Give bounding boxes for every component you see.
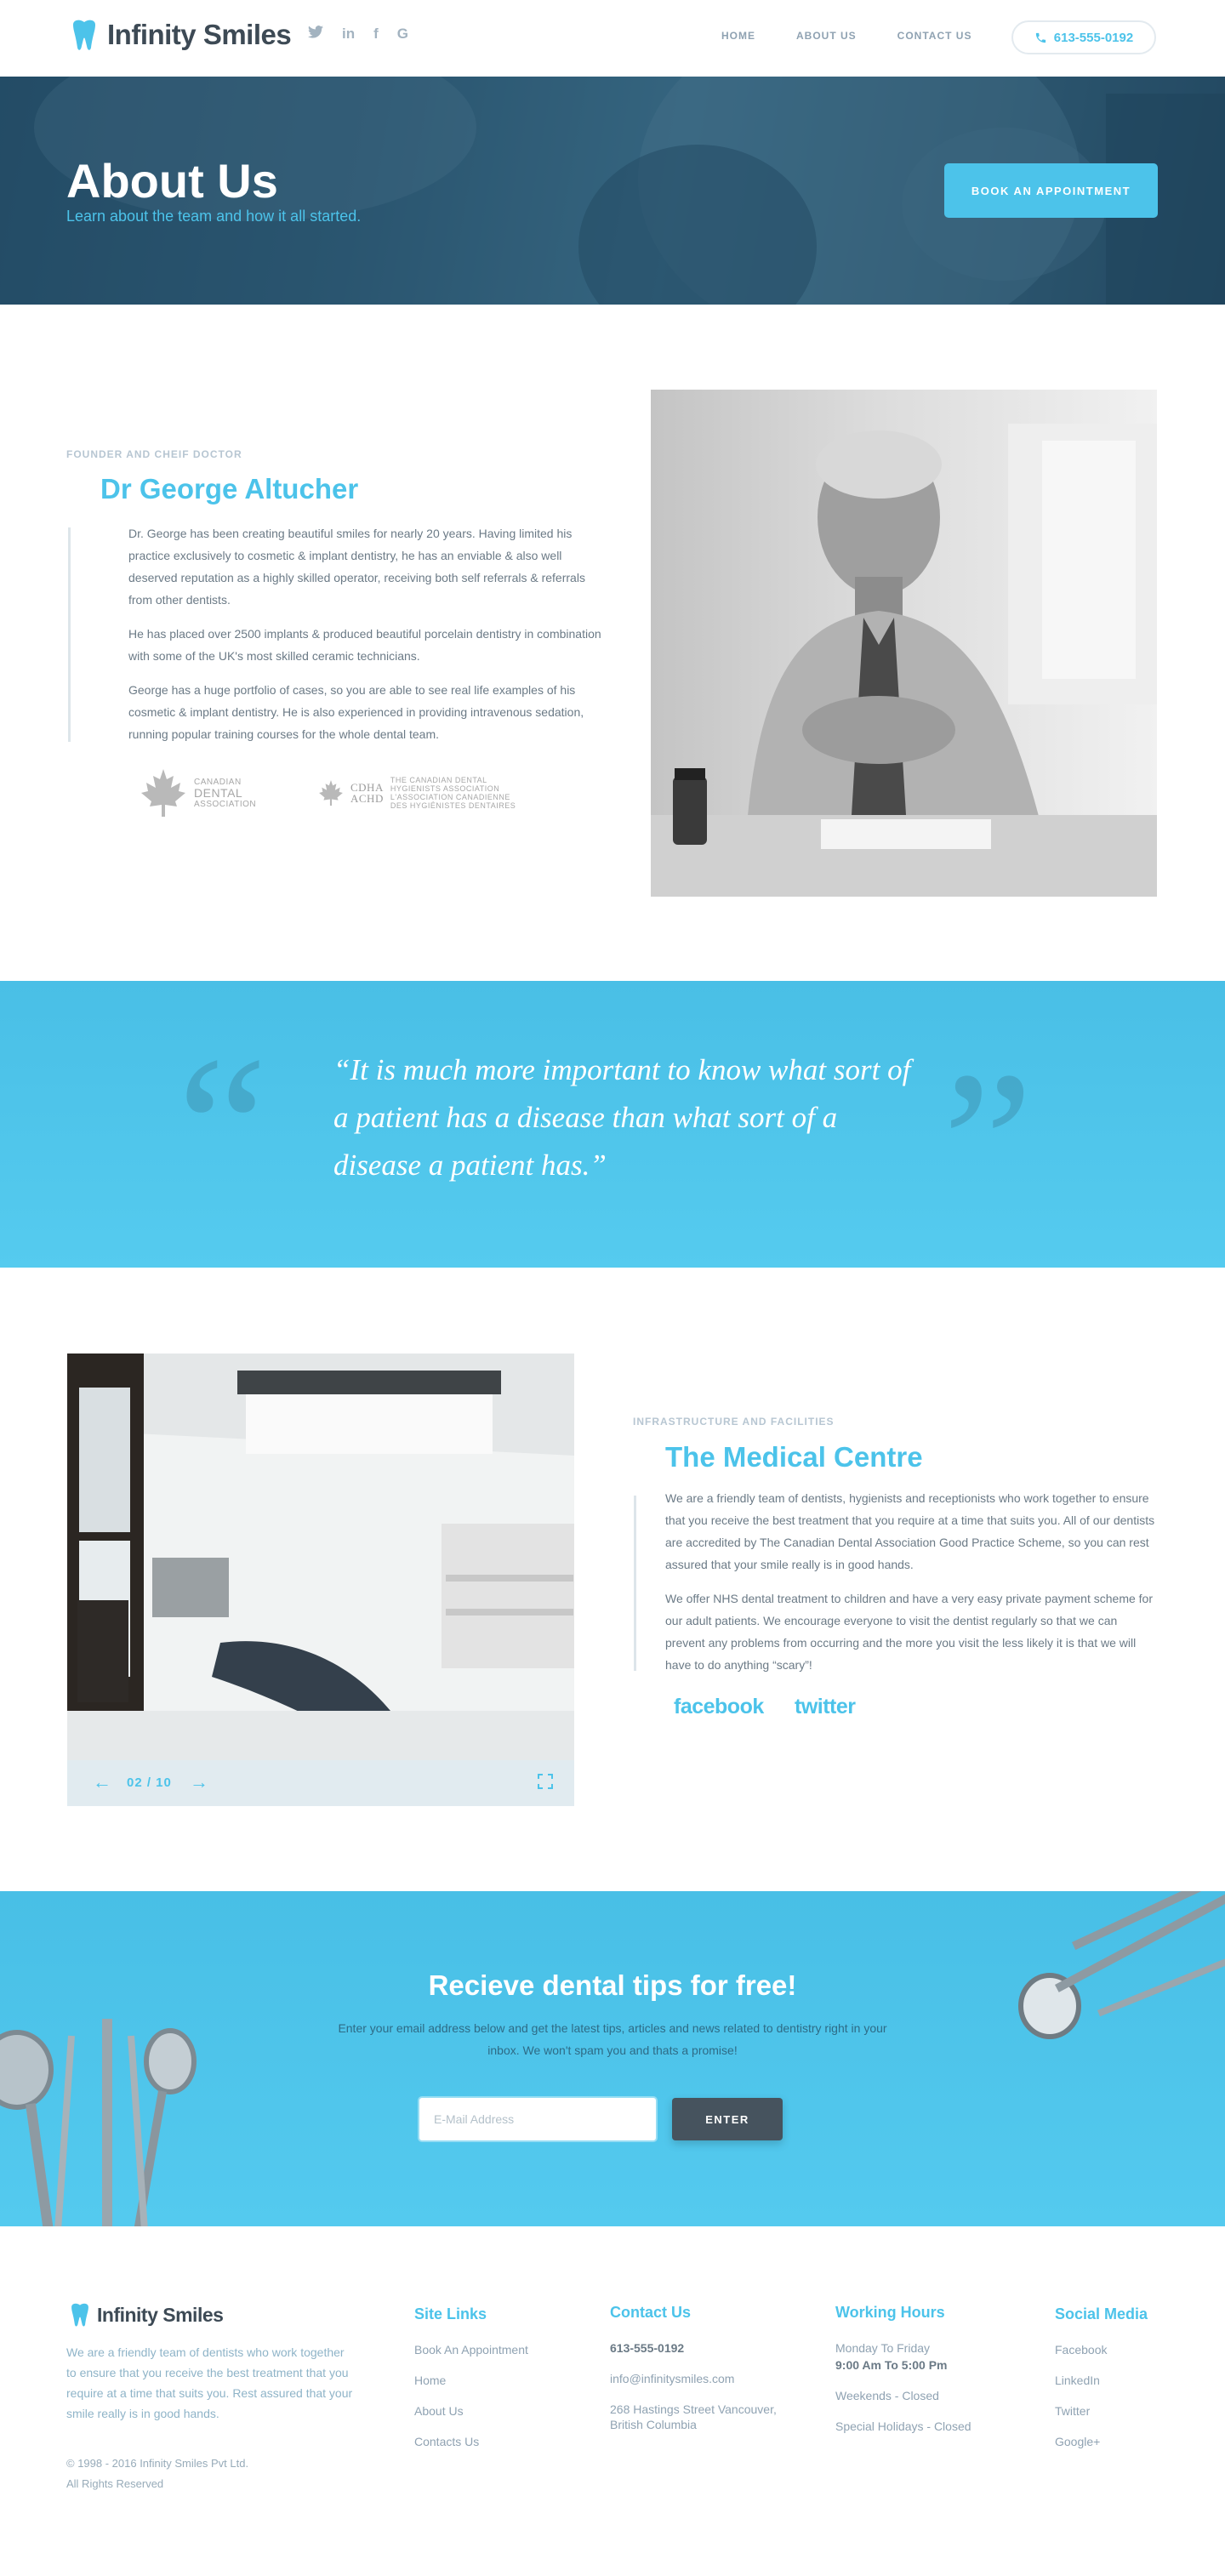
bio-paragraph: George has a huge portfolio of cases, so…	[128, 683, 584, 741]
email-field[interactable]	[419, 2098, 656, 2140]
footer-link-contacts-us[interactable]: Contacts Us	[414, 2434, 528, 2449]
contact-heading: Contact Us	[610, 2304, 692, 2321]
association-line: DENTAL	[194, 785, 243, 800]
expand-icon[interactable]	[537, 1773, 554, 1794]
footer-phone[interactable]: 613-555-0192	[610, 2340, 797, 2356]
logo[interactable]: Infinity Smiles	[66, 17, 292, 53]
quote-text: “It is much more important to know what …	[333, 1053, 911, 1182]
medical-description: We are a friendly team of dentists, hygi…	[665, 1487, 1159, 1688]
association-line: DES HYGIÉNISTES DENTAIRES	[390, 801, 516, 810]
nav-contact-us[interactable]: CONTACT US	[897, 30, 972, 42]
newsletter-title: Recieve dental tips for free!	[428, 1969, 797, 2001]
arrow-left-icon[interactable]: ←	[93, 1771, 111, 1793]
book-appointment-button[interactable]: BOOK AN APPOINTMENT	[944, 163, 1158, 218]
footer-google-plus-link[interactable]: Google+	[1055, 2434, 1148, 2449]
newsletter-section: Recieve dental tips for free! Enter your…	[0, 1891, 1225, 2226]
copyright-line: © 1998 - 2016 Infinity Smiles Pvt Ltd.	[66, 2457, 249, 2470]
page-subtitle: Learn about the team and how it all star…	[66, 208, 362, 225]
doctor-bio: Dr. George has been creating beautiful s…	[128, 522, 605, 757]
social-media-heading: Social Media	[1055, 2305, 1148, 2322]
maple-leaf-icon	[319, 780, 343, 806]
top-navigation: Infinity Smiles in f G HOME ABOUT US CON…	[0, 0, 1225, 77]
phone-icon	[1035, 32, 1046, 43]
google-plus-icon[interactable]: G	[397, 26, 408, 43]
footer-site-links: Site Links Book An Appointment Home Abou…	[414, 2305, 528, 2465]
association-line: ASSOCIATION	[194, 799, 257, 809]
site-links-heading: Site Links	[414, 2305, 487, 2322]
newsletter-description: Enter your email address below and get t…	[338, 2021, 887, 2057]
association-line: THE CANADIAN DENTAL	[390, 776, 487, 784]
brand-name: Infinity Smiles	[107, 19, 292, 50]
page: Infinity Smiles in f G HOME ABOUT US CON…	[0, 0, 1225, 2576]
holiday-hours: Special Holidays - Closed	[835, 2419, 971, 2433]
header-phone-number: 613-555-0192	[1053, 30, 1134, 45]
footer-link-book-appointment[interactable]: Book An Appointment	[414, 2342, 528, 2357]
footer-twitter-link[interactable]: Twitter	[1055, 2403, 1148, 2419]
arrow-right-icon[interactable]: →	[190, 1771, 208, 1793]
linkedin-icon[interactable]: in	[342, 26, 355, 43]
gallery-counter: 02 / 10	[127, 1775, 172, 1790]
header-social-links: in f G	[308, 26, 408, 43]
association-line: L'ASSOCIATION CANADIENNE	[390, 793, 510, 801]
nav-home[interactable]: HOME	[721, 30, 755, 42]
canadian-dental-association-logo: CANADIAN DENTAL ASSOCIATION	[140, 767, 256, 818]
medical-paragraph: We offer NHS dental treatment to childre…	[665, 1592, 1153, 1672]
doctor-portrait	[651, 390, 1157, 897]
footer-linkedin-link[interactable]: LinkedIn	[1055, 2373, 1148, 2388]
footer-logo[interactable]: Infinity Smiles	[66, 2301, 224, 2328]
medical-centre-title: The Medical Centre	[665, 1441, 923, 1473]
footer-social-media: Social Media Facebook LinkedIn Twitter G…	[1055, 2305, 1148, 2465]
gallery-controls: ← 02 / 10 →	[67, 1760, 574, 1806]
facebook-icon[interactable]: f	[373, 26, 379, 43]
weekday-hours: 9:00 Am To 5:00 Pm	[835, 2358, 948, 2372]
tooth-icon	[71, 2303, 88, 2327]
clinic-photo	[67, 1354, 574, 1806]
footer-email[interactable]: info@infinitysmiles.com	[610, 2371, 797, 2386]
doctor-portrait-illustration	[651, 424, 1157, 897]
association-line: CANADIAN	[194, 777, 242, 787]
facilities-eyebrow: INFRASTRUCTURE AND FACILITIES	[633, 1416, 835, 1428]
footer-address: 268 Hastings Street Vancouver, British C…	[610, 2402, 777, 2431]
weekend-hours: Weekends - Closed	[835, 2389, 939, 2402]
nav-about-us[interactable]: ABOUT US	[796, 30, 857, 42]
about-accent-rule	[68, 527, 71, 742]
footer-link-home[interactable]: Home	[414, 2373, 528, 2388]
footer-brand-name: Infinity Smiles	[97, 2303, 224, 2326]
footer-link-about-us[interactable]: About Us	[414, 2403, 528, 2419]
tooth-icon	[73, 20, 95, 50]
enter-button[interactable]: ENTER	[672, 2098, 783, 2140]
main-nav: HOME ABOUT US CONTACT US	[721, 30, 971, 42]
about-eyebrow: FOUNDER AND CHEIF DOCTOR	[66, 448, 242, 460]
twitter-brand-link[interactable]: twitter	[795, 1695, 856, 1719]
maple-leaf-icon	[141, 769, 185, 817]
medical-accent-rule	[634, 1496, 636, 1671]
working-hours-heading: Working Hours	[835, 2304, 945, 2321]
dental-tools-illustration-left	[0, 2019, 197, 2226]
page-title: About Us	[66, 154, 278, 208]
clinic-gallery: ← 02 / 10 →	[67, 1354, 574, 1806]
facebook-brand-link[interactable]: facebook	[674, 1695, 764, 1719]
quote-section: “ “It is much more important to know wha…	[0, 981, 1225, 1268]
twitter-icon[interactable]	[308, 26, 323, 43]
doctor-name: Dr George Altucher	[100, 473, 359, 504]
weekday-label: Monday To Friday	[835, 2341, 931, 2355]
footer-about-text: We are a friendly team of dentists who w…	[66, 2345, 353, 2420]
footer-contact: Contact Us 613-555-0192 info@infinitysmi…	[610, 2304, 797, 2448]
close-quote-icon: ”	[943, 1029, 1034, 1256]
achd-abbr: ACHD	[350, 792, 384, 805]
header-phone-button[interactable]: 613-555-0192	[1011, 20, 1156, 54]
rights-line: All Rights Reserved	[66, 2477, 164, 2490]
footer-facebook-link[interactable]: Facebook	[1055, 2342, 1148, 2357]
bio-paragraph: Dr. George has been creating beautiful s…	[128, 527, 585, 607]
open-quote-icon: “	[177, 1014, 268, 1240]
hero-banner: About Us Learn about the team and how it…	[0, 77, 1225, 305]
footer-working-hours: Working Hours Monday To Friday 9:00 Am T…	[835, 2304, 1023, 2449]
bio-paragraph: He has placed over 2500 implants & produ…	[128, 627, 601, 663]
association-line: HYGIENISTS ASSOCIATION	[390, 784, 500, 793]
medical-paragraph: We are a friendly team of dentists, hygi…	[665, 1491, 1155, 1571]
cdha-logo: CDHA ACHD THE CANADIAN DENTAL HYGIENISTS…	[318, 776, 516, 810]
copyright: © 1998 - 2016 Infinity Smiles Pvt Ltd. A…	[66, 2453, 322, 2494]
